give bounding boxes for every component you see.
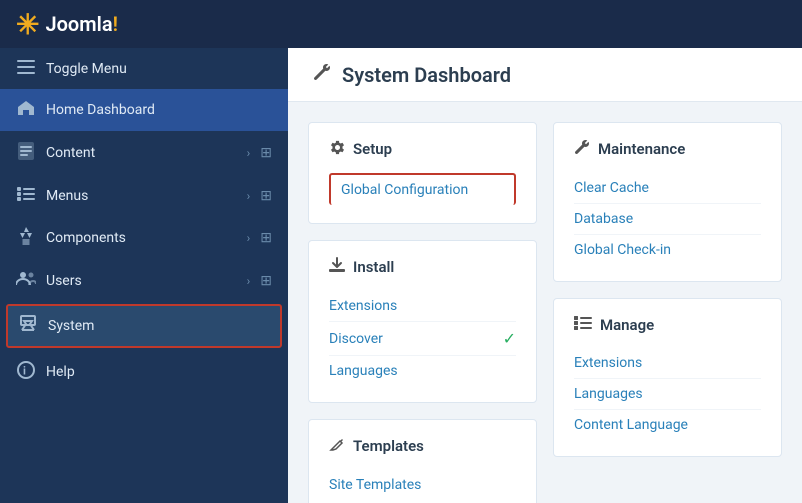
home-dashboard-label: Home Dashboard	[46, 102, 272, 118]
system-label: System	[48, 318, 270, 334]
left-column: Setup Global Configuration	[308, 122, 537, 503]
system-icon	[18, 315, 38, 337]
page-title: System Dashboard	[342, 63, 511, 87]
global-configuration-link[interactable]: Global Configuration	[329, 173, 516, 205]
content-body: Setup Global Configuration	[288, 102, 802, 503]
global-checkin-link[interactable]: Global Check-in	[574, 235, 761, 265]
svg-text:i: i	[23, 365, 26, 378]
content-languages-link[interactable]: Content Language	[574, 410, 761, 440]
sidebar: Toggle Menu Home Dashboard Content ›	[0, 48, 288, 503]
sidebar-item-help[interactable]: i Help	[0, 350, 288, 394]
setup-gear-icon	[329, 139, 345, 159]
content-grid-icon: ⊞	[260, 145, 272, 161]
users-arrow-icon: ›	[247, 274, 251, 288]
help-icon: i	[16, 361, 36, 383]
menus-arrow-icon: ›	[247, 189, 251, 203]
top-header: ✳ Joomla!	[0, 0, 802, 48]
install-card-title: Install	[329, 257, 516, 277]
templates-card: Templates Site Templates	[308, 419, 537, 503]
maintenance-card: Maintenance Clear Cache Database Global …	[553, 122, 782, 282]
extensions-manage-link[interactable]: Extensions	[574, 348, 761, 379]
manage-title: Manage	[600, 316, 654, 334]
sidebar-item-toggle-menu[interactable]: Toggle Menu	[0, 48, 288, 89]
templates-title: Templates	[353, 437, 424, 455]
setup-card: Setup Global Configuration	[308, 122, 537, 224]
components-grid-icon: ⊞	[260, 230, 272, 246]
extensions-install-link[interactable]: Extensions	[329, 291, 516, 322]
maintenance-wrench-icon	[574, 139, 590, 159]
main-layout: Toggle Menu Home Dashboard Content ›	[0, 48, 802, 503]
content-header: System Dashboard	[288, 48, 802, 102]
database-link[interactable]: Database	[574, 204, 761, 235]
sidebar-item-system[interactable]: System	[6, 304, 282, 348]
help-label: Help	[46, 364, 272, 380]
components-arrow-icon: ›	[247, 231, 251, 245]
languages-install-link[interactable]: Languages	[329, 356, 516, 386]
sidebar-item-components[interactable]: Components › ⊞	[0, 216, 288, 260]
joomla-logo: ✳ Joomla!	[16, 8, 118, 41]
setup-title: Setup	[353, 140, 392, 158]
install-icon	[329, 257, 345, 277]
right-column: Maintenance Clear Cache Database Global …	[553, 122, 782, 503]
manage-card-title: Manage	[574, 315, 761, 334]
clear-cache-link[interactable]: Clear Cache	[574, 173, 761, 204]
templates-card-title: Templates	[329, 436, 516, 456]
setup-card-title: Setup	[329, 139, 516, 159]
menus-label: Menus	[46, 188, 237, 204]
content-label: Content	[46, 145, 237, 161]
site-templates-link[interactable]: Site Templates	[329, 470, 516, 500]
install-title: Install	[353, 258, 394, 276]
menus-grid-icon: ⊞	[260, 188, 272, 204]
templates-icon	[329, 436, 345, 456]
manage-card: Manage Extensions Languages Content Lang…	[553, 298, 782, 457]
maintenance-title: Maintenance	[598, 140, 685, 158]
home-icon	[16, 100, 36, 120]
components-icon	[16, 227, 36, 249]
users-icon	[16, 271, 36, 291]
content-area: System Dashboard Setup Gl	[288, 48, 802, 503]
content-arrow-icon: ›	[247, 146, 251, 160]
joomla-exclaim: !	[113, 12, 118, 36]
languages-manage-link[interactable]: Languages	[574, 379, 761, 410]
discover-check-icon: ✓	[503, 329, 516, 348]
sidebar-item-users[interactable]: Users › ⊞	[0, 260, 288, 302]
components-label: Components	[46, 230, 237, 246]
sidebar-item-content[interactable]: Content › ⊞	[0, 131, 288, 175]
content-icon	[16, 142, 36, 164]
toggle-menu-icon	[16, 59, 36, 78]
wrench-icon	[312, 62, 332, 87]
toggle-menu-label: Toggle Menu	[46, 61, 272, 77]
menus-icon	[16, 186, 36, 205]
sidebar-item-home-dashboard[interactable]: Home Dashboard	[0, 89, 288, 131]
users-grid-icon: ⊞	[260, 273, 272, 289]
sidebar-item-menus[interactable]: Menus › ⊞	[0, 175, 288, 216]
install-card: Install Extensions Discover ✓ Languages	[308, 240, 537, 403]
discover-link[interactable]: Discover ✓	[329, 322, 516, 356]
joomla-asterisk-icon: ✳	[16, 8, 39, 41]
manage-list-icon	[574, 315, 592, 334]
joomla-name: Joomla!	[45, 12, 117, 36]
maintenance-card-title: Maintenance	[574, 139, 761, 159]
users-label: Users	[46, 273, 237, 289]
